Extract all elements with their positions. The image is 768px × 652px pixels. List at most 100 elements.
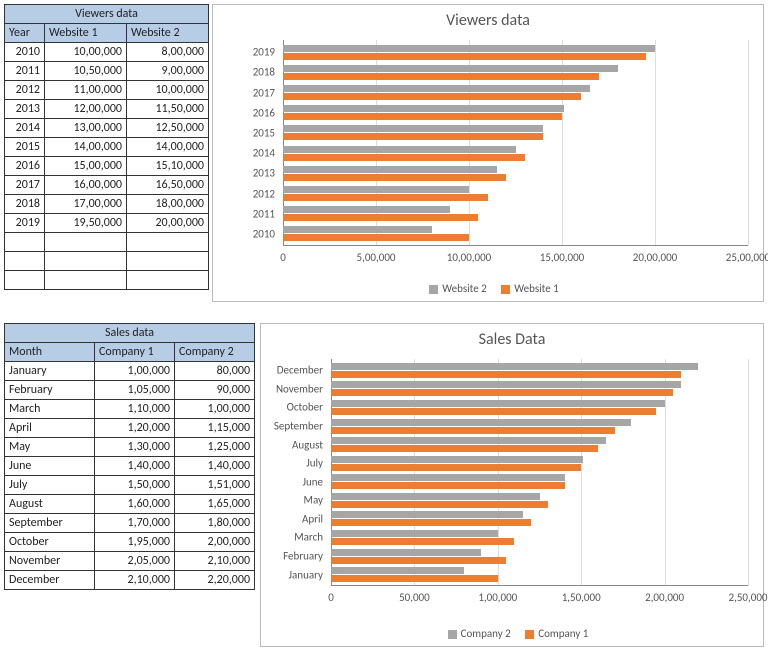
bar [283,186,469,193]
category-label: 2019 [253,46,275,59]
table-row [5,233,209,252]
sales-chart: Sales Data 050,0001,00,0001,50,0002,00,0… [260,323,764,647]
table-row [5,271,209,290]
bar [283,166,497,173]
x-tick-label: 0 [280,251,286,264]
table-row: 201211,00,00010,00,000 [5,81,209,100]
table-row: February1,05,00090,000 [5,381,255,400]
bar [283,113,562,120]
table-row [5,252,209,271]
x-tick-label: 1,50,000 [562,591,601,604]
table-row: November2,05,0002,10,000 [5,552,255,571]
bar-group: December [331,361,748,380]
chart-title: Viewers data [213,5,763,36]
x-tick-label: 2,50,000 [729,591,768,604]
category-label: September [274,420,323,433]
category-label: May [304,494,323,507]
bar [331,419,631,426]
bar [331,400,665,407]
bar [283,146,516,153]
table-row: April1,20,0001,15,000 [5,419,255,438]
table-row: March1,10,0001,00,000 [5,400,255,419]
table-row: October1,95,0002,00,000 [5,533,255,552]
th-month: Month [5,343,95,362]
bar-group: January [331,565,748,584]
th-website2: Website 2 [127,24,209,43]
legend-swatch-icon [525,630,534,639]
bar [283,214,478,221]
bar-group: May [331,491,748,510]
x-tick-label: 25,00,000 [726,251,768,264]
th-company1: Company 1 [95,343,175,362]
legend-swatch-icon [448,630,457,639]
table-row: 201110,50,0009,00,000 [5,62,209,81]
x-tick-label: 2,00,000 [645,591,684,604]
category-label: 2015 [253,126,275,139]
category-label: 2010 [253,227,275,240]
bar [283,53,646,60]
bar [331,501,548,508]
bar [283,105,564,112]
bar [331,474,565,481]
bar-group: February [331,547,748,566]
table-row: 201312,00,00011,50,000 [5,100,209,119]
chart-legend: Website 2 Website 1 [213,282,763,295]
bar [283,85,590,92]
bar [283,154,525,161]
table-row: January1,00,00080,000 [5,362,255,381]
bar-group: 2011 [283,204,748,224]
bar [331,427,615,434]
category-label: March [294,531,323,544]
legend-swatch-icon [501,285,510,294]
sales-table-title: Sales data [5,324,255,343]
category-label: 2013 [253,167,275,180]
table-row: 201615,00,00015,10,000 [5,157,209,176]
bar [331,538,514,545]
viewers-chart: Viewers data 05,00,00010,00,00015,00,000… [212,4,764,302]
x-tick-label: 50,000 [399,591,430,604]
category-label: June [302,475,323,488]
table-row: 201919,50,00020,00,000 [5,214,209,233]
bar [331,567,464,574]
bar [331,389,673,396]
bar [283,174,506,181]
bar-group: 2014 [283,143,748,163]
bar [283,65,618,72]
bar [331,549,481,556]
x-tick-label: 10,00,000 [447,251,492,264]
bar-group: 2019 [283,42,748,62]
category-label: 2016 [253,106,275,119]
bar [331,519,531,526]
table-row: 201817,00,00018,00,000 [5,195,209,214]
bar [331,381,681,388]
th-website1: Website 1 [45,24,127,43]
table-row: August1,60,0001,65,000 [5,495,255,514]
viewers-table: Viewers data Year Website 1 Website 2 20… [4,4,209,290]
table-row: 201010,00,0008,00,000 [5,43,209,62]
bar-group: September [331,417,748,436]
category-label: 2012 [253,187,275,200]
chart-title: Sales Data [261,324,763,355]
bar-group: 2017 [283,82,748,102]
viewers-table-title: Viewers data [5,5,209,24]
x-tick-label: 15,00,000 [540,251,585,264]
bar [331,557,506,564]
bar-group: 2013 [283,163,748,183]
category-label: 2014 [253,147,275,160]
bar [331,530,498,537]
table-row: July1,50,0001,51,000 [5,476,255,495]
bar [331,371,681,378]
bar [331,464,581,471]
bar [331,575,498,582]
category-label: February [283,550,323,563]
category-label: 2018 [253,66,275,79]
bar-group: June [331,472,748,491]
bar-group: August [331,435,748,454]
table-row: September1,70,0001,80,000 [5,514,255,533]
bar-group: April [331,510,748,529]
bar [331,408,656,415]
table-row: May1,30,0001,25,000 [5,438,255,457]
plot-area: 050,0001,00,0001,50,0002,00,0002,50,000 … [331,359,748,586]
bar [283,234,469,241]
bar [331,437,606,444]
